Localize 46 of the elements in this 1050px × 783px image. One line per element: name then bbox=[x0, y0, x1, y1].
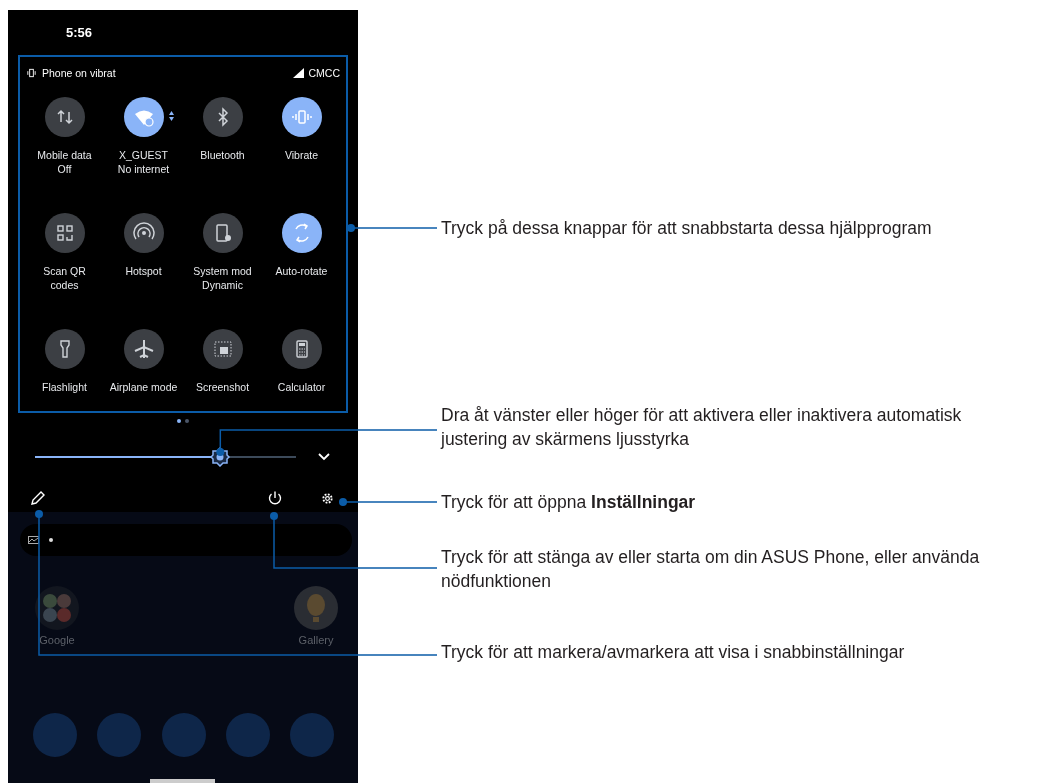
tile-status: Off bbox=[57, 162, 72, 176]
tile-label: Auto-rotate bbox=[275, 264, 328, 278]
quick-tile-button[interactable] bbox=[281, 97, 322, 137]
pencil-icon[interactable] bbox=[31, 491, 45, 505]
tile-label: Mobile data bbox=[37, 148, 92, 162]
tile-label: X_GUEST bbox=[119, 148, 168, 162]
tile-label: Screenshot bbox=[195, 380, 250, 394]
tile-status: No internet bbox=[117, 162, 170, 176]
tile-icon bbox=[211, 338, 234, 360]
image-icon bbox=[28, 536, 39, 544]
tile-label: Bluetooth bbox=[200, 148, 245, 162]
carrier-name: CMCC bbox=[308, 67, 340, 79]
quick-tile-button[interactable] bbox=[123, 213, 164, 253]
app-label: Gallery bbox=[298, 634, 334, 646]
callout-text: Tryck för att öppna Inställningar bbox=[441, 491, 697, 514]
expand-caret-icon[interactable] bbox=[168, 111, 174, 121]
quick-tile-button[interactable] bbox=[44, 97, 85, 137]
quick-tile-button[interactable] bbox=[123, 329, 164, 369]
tile-label: Scan QR codes bbox=[42, 264, 87, 292]
tile-label: System mod bbox=[193, 264, 252, 278]
quick-tile-button[interactable] bbox=[202, 97, 243, 137]
callout-text: Tryck för att markera/avmarkera att visa i snabbinställningar bbox=[441, 641, 906, 664]
callout-text: Tryck på dessa knappar för att snabbstarta dessa hjälpprogram bbox=[441, 217, 933, 240]
quick-tile-button[interactable] bbox=[281, 329, 322, 369]
quick-tile-button[interactable] bbox=[44, 213, 85, 253]
power-icon[interactable] bbox=[268, 491, 282, 505]
tile-label: Vibrate bbox=[284, 148, 319, 162]
vibrate-icon bbox=[26, 68, 37, 78]
quick-tile-button[interactable] bbox=[44, 329, 85, 369]
callout-text: Tryck för att stänga av eller starta om din ASUS Phone, eller använda nödfunktionen bbox=[441, 546, 981, 593]
tile-label: Hotspot bbox=[125, 264, 162, 278]
dot-icon bbox=[49, 538, 53, 542]
quick-tile-button[interactable] bbox=[281, 213, 322, 253]
clock: 5:56 bbox=[66, 25, 93, 40]
signal-icon bbox=[292, 68, 304, 78]
chevron-down-icon[interactable] bbox=[318, 452, 330, 461]
tile-label: Calculator bbox=[277, 380, 326, 394]
quick-tile-button[interactable] bbox=[202, 213, 243, 253]
tile-label: Flashlight bbox=[42, 380, 87, 394]
notice-text: Phone on vibrat bbox=[42, 67, 116, 79]
settings-icon[interactable] bbox=[321, 491, 334, 505]
quick-tile-button[interactable] bbox=[202, 329, 243, 369]
tile-icon bbox=[132, 338, 155, 360]
tile-label: Airplane mode bbox=[109, 380, 178, 394]
tile-status: Dynamic bbox=[202, 278, 243, 292]
callout-text: Dra åt vänster eller höger för att aktivera eller inaktivera automatisk justering av skärmens ljusstyrka bbox=[441, 404, 963, 451]
